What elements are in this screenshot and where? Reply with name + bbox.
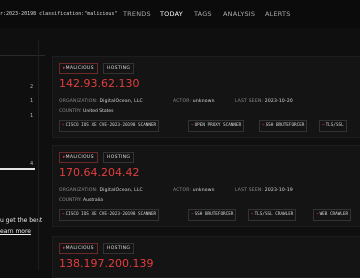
ip-address[interactable]: 170.64.204.42 <box>59 166 139 179</box>
tag-icon: ⌁ <box>62 123 65 128</box>
tag-icon: ⌁ <box>262 123 265 128</box>
tag-icon: ⌁ <box>322 123 325 128</box>
last-seen-field: LAST SEEN: 2023-10-19 <box>235 188 293 193</box>
sidebar-count: 2 <box>30 84 34 90</box>
tag-icon: ⌁ <box>191 212 194 217</box>
nav-alerts[interactable]: ALERTS <box>265 9 291 19</box>
top-bar: r:2023-20198 classification:"malicious" … <box>0 0 360 28</box>
tag-icon: ⌁ <box>316 212 319 217</box>
search-query[interactable]: r:2023-20198 classification:"malicious" <box>0 9 118 19</box>
sidebar-count: 1 <box>30 98 34 104</box>
hosting-tag: HOSTING <box>103 63 135 74</box>
tag-icon: ⌁ <box>191 123 194 128</box>
actor-field: ACTOR: unknown <box>173 99 215 104</box>
organization-field: ORGANIZATION: DigitalOcean, LLC <box>59 188 143 193</box>
country-field: COUNTRY: Australia <box>59 198 103 203</box>
tag-icon: ⌁ <box>62 212 65 217</box>
hosting-tag: HOSTING <box>103 243 135 254</box>
nav-tags[interactable]: TAGS <box>194 9 212 19</box>
learn-more-link[interactable]: earn more <box>0 228 31 235</box>
tag-chip[interactable]: ⌁TLS/SSL CRAWLER <box>248 209 297 221</box>
country-field: COUNTRY: United States <box>59 109 114 114</box>
tag-chip[interactable]: ⌁CISCO IOS XE CVE-2023-20198 SCANNER <box>59 120 160 132</box>
tag-chip[interactable]: ⌁SSH BRUTEFORCER <box>188 209 237 221</box>
result-card[interactable]: ▸MALICIOUS HOSTING 138.197.200.139 <box>52 236 360 278</box>
last-seen-field: LAST SEEN: 2023-10-20 <box>235 99 293 104</box>
hosting-tag: HOSTING <box>103 152 135 163</box>
tag-icon: ⌁ <box>251 212 254 217</box>
nav-trends[interactable]: TRENDS <box>123 9 151 19</box>
malicious-tag: ▸MALICIOUS <box>59 63 98 74</box>
malicious-tag: ▸MALICIOUS <box>59 152 98 163</box>
tag-chip[interactable]: ⌁WEB CRAWLER <box>313 209 352 221</box>
result-card[interactable]: ▸MALICIOUS HOSTING 170.64.204.42 ORGANIZ… <box>52 145 360 227</box>
promo-text: u get the best <box>0 217 43 224</box>
actor-field: ACTOR: unknown <box>173 188 215 193</box>
ip-address[interactable]: 138.197.200.139 <box>59 257 153 270</box>
nav-analysis[interactable]: ANALYSIS <box>223 9 255 19</box>
tag-chip[interactable]: ⌁OPEN PROXY SCANNER <box>188 120 245 132</box>
tag-chip[interactable]: ⌁CISCO IOS XE CVE-2023-20198 SCANNER <box>59 209 160 221</box>
organization-field: ORGANIZATION: DigitalOcean, LLC <box>59 99 143 104</box>
malicious-tag: ▸MALICIOUS <box>59 243 98 254</box>
sidebar-count: 4 <box>30 161 34 167</box>
nav-today[interactable]: TODAY <box>160 9 183 19</box>
tag-chip[interactable]: ⌁SSH BRUTEFORCER <box>259 120 308 132</box>
sidebar-count: 1 <box>30 113 34 119</box>
sidebar-selected-bar <box>0 168 35 170</box>
tag-chip[interactable]: ⌁TLS/SSL <box>319 120 347 132</box>
sidebar-edge <box>38 40 39 270</box>
ip-address[interactable]: 142.93.62.130 <box>59 77 139 90</box>
result-card[interactable]: ▸MALICIOUS HOSTING 142.93.62.130 ORGANIZ… <box>52 56 360 138</box>
